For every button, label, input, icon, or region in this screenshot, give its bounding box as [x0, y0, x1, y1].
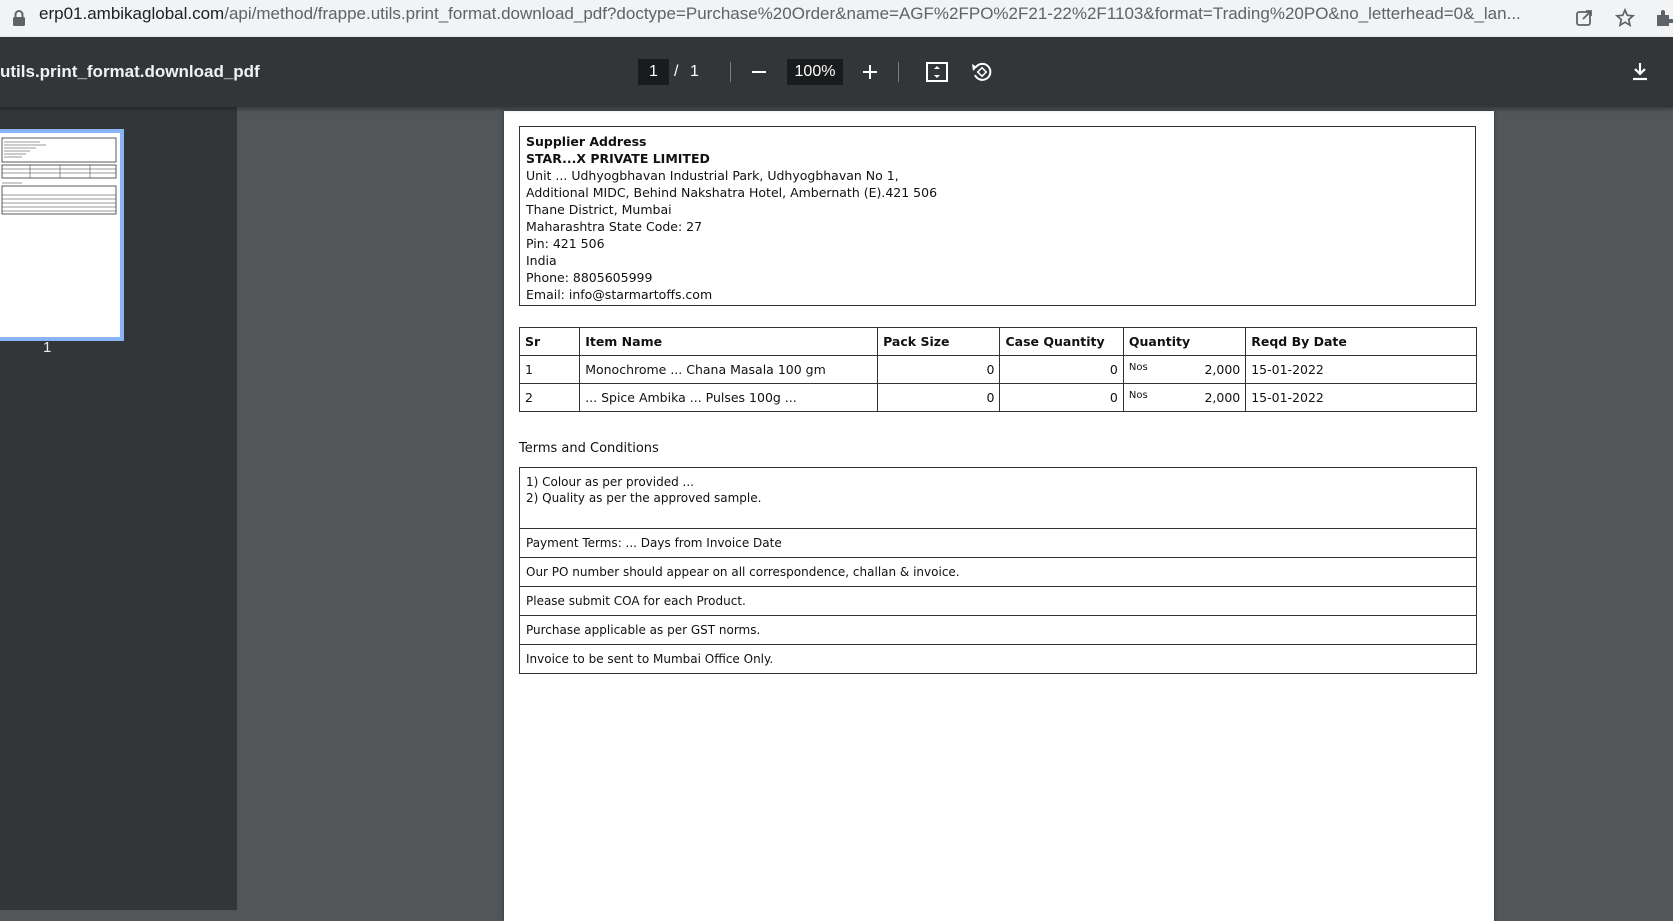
table-row: 1 Monochrome ... Chana Masala 100 gm 0 0…	[518, 355, 1477, 384]
zoom-level-input[interactable]: 100%	[787, 59, 843, 85]
download-icon[interactable]	[1626, 58, 1654, 86]
terms-row: Payment Terms: ... Days from Invoice Dat…	[520, 529, 1476, 558]
address-line: Unit ... Udhyogbhavan Industrial Park, U…	[526, 168, 899, 183]
page-number-input[interactable]: 1	[638, 59, 669, 85]
terms-row: Purchase applicable as per GST norms.	[520, 616, 1476, 645]
col-header-sr: Sr	[518, 327, 581, 356]
cell-pack: 0	[877, 355, 1001, 384]
cell-qty: Nos 2,000	[1122, 355, 1247, 384]
col-header-qty: Quantity	[1122, 327, 1247, 356]
toolbar-divider	[898, 62, 899, 82]
cell-date: 15-01-2022	[1245, 383, 1477, 412]
rotate-icon[interactable]	[968, 58, 996, 86]
document-title: utils.print_format.download_pdf	[0, 62, 260, 81]
page-separator: /	[674, 63, 679, 80]
cell-sr: 1	[518, 355, 581, 384]
address-line: India	[526, 253, 557, 268]
cell-sr: 2	[518, 383, 581, 412]
supplier-name: STAR...X PRIVATE LIMITED	[526, 151, 710, 166]
terms-main: 1) Colour as per provided ... 2) Quality…	[520, 468, 1476, 529]
address-line: Phone: 8805605999	[526, 270, 653, 285]
col-header-item: Item Name	[579, 327, 879, 356]
lock-icon[interactable]	[11, 9, 27, 27]
thumbnail-page-number: 1	[43, 339, 52, 356]
browser-address-bar: erp01.ambikaglobal.com/api/method/frappe…	[0, 0, 1673, 38]
table-header-row: Sr Item Name Pack Size Case Quantity Qua…	[518, 327, 1477, 356]
thumbnail-preview	[0, 133, 120, 337]
terms-heading: Terms and Conditions	[519, 441, 659, 456]
terms-row: Our PO number should appear on all corre…	[520, 558, 1476, 587]
page-thumbnail[interactable]	[0, 129, 124, 341]
zoom-out-icon[interactable]	[745, 58, 773, 86]
cell-uom: Nos	[1128, 362, 1148, 373]
cell-qty: Nos 2,000	[1122, 383, 1247, 412]
cell-date: 15-01-2022	[1245, 355, 1477, 384]
address-line: Additional MIDC, Behind Nakshatra Hotel,…	[526, 185, 938, 200]
table-row: 2 ... Spice Ambika ... Pulses 100g ... 0…	[518, 383, 1477, 412]
toolbar-divider	[730, 62, 731, 82]
pdf-page: Supplier Address STAR...X PRIVATE LIMITE…	[504, 111, 1494, 921]
url-field[interactable]: erp01.ambikaglobal.com/api/method/frappe…	[39, 0, 1559, 37]
terms-box: 1) Colour as per provided ... 2) Quality…	[519, 467, 1477, 674]
col-header-date: Reqd By Date	[1245, 327, 1477, 356]
extensions-icon[interactable]	[1653, 7, 1673, 29]
cell-case-qty: 0	[999, 355, 1124, 384]
col-header-pack: Pack Size	[877, 327, 1001, 356]
pdf-toolbar: utils.print_format.download_pdf 1 / 1 10…	[0, 37, 1673, 107]
cell-qty-value: 2,000	[1204, 390, 1241, 405]
terms-line: 2) Quality as per the approved sample.	[526, 491, 762, 505]
terms-line: 1) Colour as per provided ...	[526, 475, 694, 489]
terms-row: Invoice to be sent to Mumbai Office Only…	[526, 652, 774, 666]
terms-row: Please submit COA for each Product.	[520, 587, 1476, 616]
url-host: erp01.ambikaglobal.com	[39, 4, 225, 23]
cell-item: ... Spice Ambika ... Pulses 100g ...	[579, 383, 879, 412]
bookmark-star-icon[interactable]	[1614, 7, 1636, 29]
address-line: Maharashtra State Code: 27	[526, 219, 703, 234]
thumbnail-sidebar: 1	[0, 107, 237, 910]
cell-case-qty: 0	[999, 383, 1124, 412]
cell-qty-value: 2,000	[1204, 362, 1241, 377]
share-icon[interactable]	[1573, 7, 1595, 29]
supplier-heading: Supplier Address	[526, 134, 647, 149]
fit-page-icon[interactable]	[923, 58, 951, 86]
zoom-in-icon[interactable]	[856, 58, 884, 86]
col-header-case-qty: Case Quantity	[999, 327, 1124, 356]
thumbnail-content-icon	[1, 137, 117, 215]
url-path: /api/method/frappe.utils.print_format.do…	[224, 4, 1521, 23]
address-line: Email: info@starmartoffs.com	[526, 287, 713, 302]
items-table: Sr Item Name Pack Size Case Quantity Qua…	[518, 327, 1477, 412]
address-line: Thane District, Mumbai	[526, 202, 672, 217]
cell-pack: 0	[877, 383, 1001, 412]
page-total: 1	[690, 63, 699, 80]
cell-item: Monochrome ... Chana Masala 100 gm	[579, 355, 879, 384]
address-line: Pin: 421 506	[526, 236, 605, 251]
cell-uom: Nos	[1128, 390, 1148, 401]
supplier-address-box: Supplier Address STAR...X PRIVATE LIMITE…	[519, 126, 1476, 306]
